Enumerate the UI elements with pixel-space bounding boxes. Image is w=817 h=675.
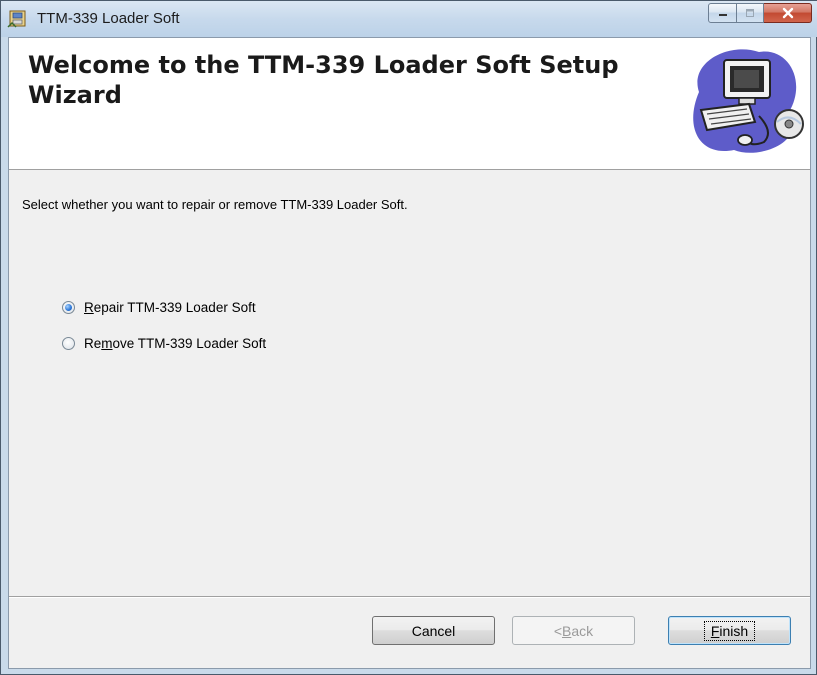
installer-icon — [7, 10, 26, 28]
wizard-description: Select whether you want to repair or rem… — [22, 197, 408, 212]
close-button[interactable] — [764, 3, 812, 23]
cancel-button[interactable]: Cancel — [372, 616, 495, 645]
setup-window: TTM-339 Loader Soft Welcome to the TTM-3… — [0, 0, 817, 675]
close-icon — [782, 7, 793, 19]
repair-radio[interactable] — [62, 301, 75, 314]
caption-buttons — [708, 3, 812, 25]
title-bar[interactable]: TTM-339 Loader Soft — [1, 1, 817, 37]
remove-label[interactable]: Remove TTM-339 Loader Soft — [84, 336, 266, 351]
minimize-button[interactable] — [708, 3, 737, 23]
wizard-title: Welcome to the TTM-339 Loader Soft Setup… — [28, 51, 619, 109]
maximize-icon — [746, 9, 754, 17]
minimize-icon — [718, 14, 727, 16]
repair-option[interactable]: Repair TTM-339 Loader Soft — [62, 300, 256, 315]
maximize-button[interactable] — [737, 3, 764, 23]
wizard-banner: Welcome to the TTM-339 Loader Soft Setup… — [9, 38, 810, 170]
wizard-client-area: Welcome to the TTM-339 Loader Soft Setup… — [8, 37, 811, 669]
footer-divider — [9, 596, 810, 598]
remove-radio[interactable] — [62, 337, 75, 350]
remove-option[interactable]: Remove TTM-339 Loader Soft — [62, 336, 266, 351]
window-title: TTM-339 Loader Soft — [37, 10, 180, 27]
computer-setup-icon — [693, 49, 804, 153]
repair-label[interactable]: Repair TTM-339 Loader Soft — [84, 300, 256, 315]
back-button[interactable]: < Back — [512, 616, 635, 645]
finish-button[interactable]: Finish — [668, 616, 791, 645]
